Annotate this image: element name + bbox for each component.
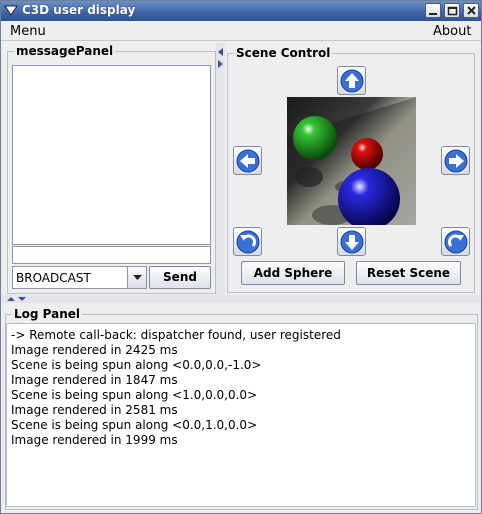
log-text-area[interactable]: -> Remote call-back: dispatcher found, u… <box>6 323 476 507</box>
arrow-up-icon <box>340 69 364 93</box>
reset-scene-button[interactable]: Reset Scene <box>356 261 461 285</box>
app-window: C3D user display Menu About messagePanel… <box>0 0 482 514</box>
menu-about[interactable]: About <box>433 24 471 39</box>
rotate-cw-button[interactable] <box>441 227 470 256</box>
log-line: -> Remote call-back: dispatcher found, u… <box>11 328 341 342</box>
send-button[interactable]: Send <box>149 266 211 289</box>
log-line: Scene is being spun along <0.0,1.0,0.0> <box>11 418 258 432</box>
message-panel-title: messagePanel <box>14 44 116 58</box>
splitter-collapse-icons[interactable] <box>217 47 224 69</box>
rotate-ccw-icon <box>236 230 260 254</box>
menu-bar: Menu About <box>1 21 481 41</box>
minimize-icon <box>429 13 437 15</box>
rotate-up-button[interactable] <box>337 66 366 95</box>
arrow-down-icon <box>340 230 364 254</box>
rotate-left-button[interactable] <box>233 146 262 175</box>
log-panel-title: Log Panel <box>12 307 83 321</box>
splitter-collapse-icons[interactable] <box>6 296 28 302</box>
maximize-button[interactable] <box>444 3 460 18</box>
window-title: C3D user display <box>22 3 136 17</box>
sphere-green <box>293 116 337 160</box>
log-line: Scene is being spun along <0.0,0.0,-1.0> <box>11 358 262 372</box>
log-line: Image rendered in 1999 ms <box>11 433 178 447</box>
rotate-right-button[interactable] <box>441 146 470 175</box>
app-menu-icon[interactable] <box>4 4 18 17</box>
title-bar[interactable]: C3D user display <box>1 1 481 21</box>
recipient-select-value: BROADCAST <box>16 271 91 285</box>
maximize-icon <box>447 6 458 16</box>
log-line: Image rendered in 2581 ms <box>11 403 178 417</box>
close-icon <box>467 6 476 15</box>
arrow-left-icon <box>236 149 260 173</box>
rotate-down-button[interactable] <box>337 227 366 256</box>
sphere-red <box>351 138 383 170</box>
log-line: Image rendered in 1847 ms <box>11 373 178 387</box>
sphere-shadow <box>295 167 323 187</box>
log-line: Scene is being spun along <1.0,0.0,0.0> <box>11 388 258 402</box>
menu-menu[interactable]: Menu <box>10 24 46 39</box>
message-input[interactable] <box>12 246 211 264</box>
arrow-right-icon <box>444 149 468 173</box>
log-line: Image rendered in 2425 ms <box>11 343 178 357</box>
recipient-select[interactable]: BROADCAST <box>12 266 147 289</box>
rendered-spheres-image <box>287 97 416 225</box>
message-text-area[interactable] <box>12 65 211 245</box>
horizontal-splitter[interactable] <box>1 295 481 303</box>
scene-control-title: Scene Control <box>234 46 333 60</box>
add-sphere-button[interactable]: Add Sphere <box>241 261 345 285</box>
scene-render-view[interactable] <box>287 97 416 225</box>
close-button[interactable] <box>463 3 479 18</box>
minimize-button[interactable] <box>425 3 441 18</box>
rotate-cw-icon <box>444 230 468 254</box>
vertical-splitter[interactable] <box>216 43 225 295</box>
chevron-down-icon <box>133 275 142 280</box>
rotate-ccw-button[interactable] <box>233 227 262 256</box>
recipient-dropdown-button[interactable] <box>127 267 146 288</box>
